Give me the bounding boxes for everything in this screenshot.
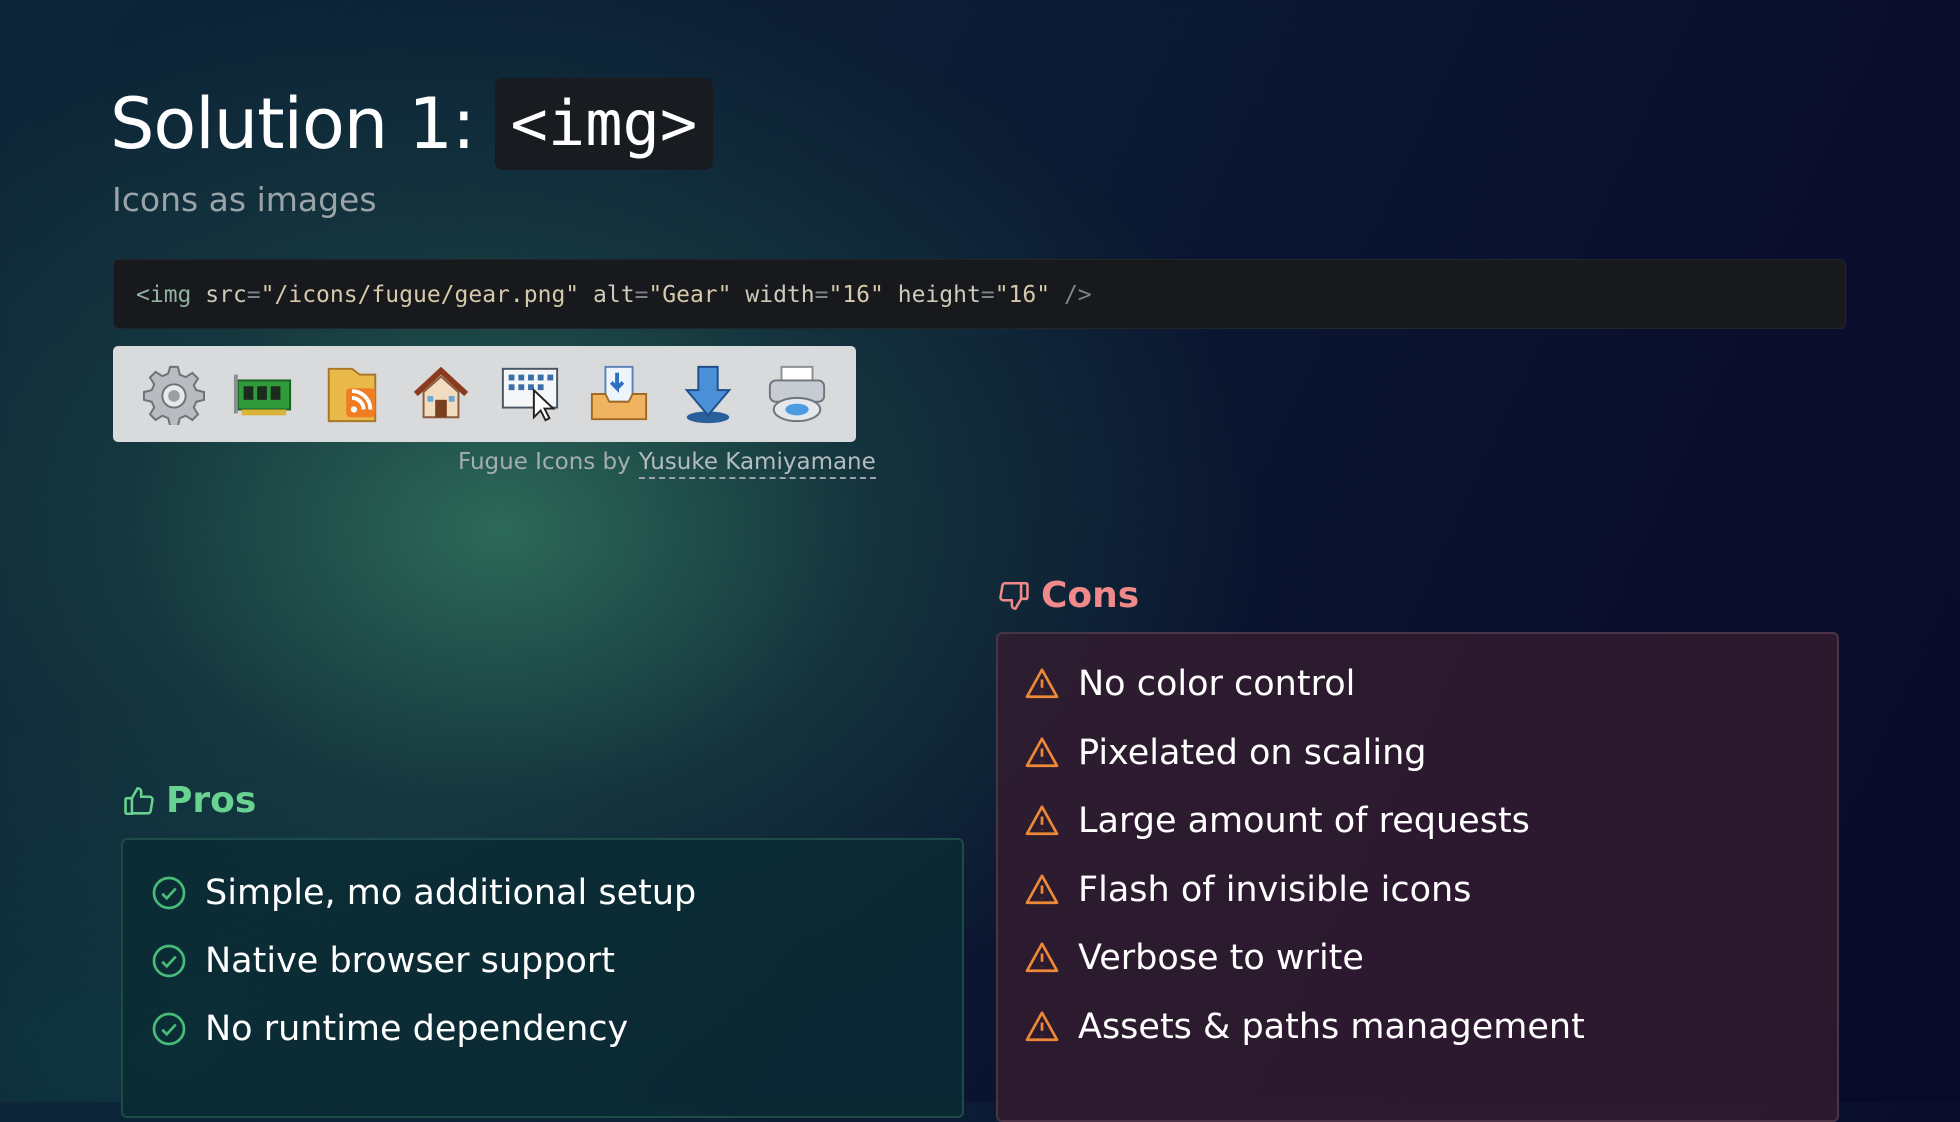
code-alt-attr: alt: [593, 282, 635, 308]
code-eq: =: [634, 282, 649, 308]
warning-icon: [1025, 668, 1059, 699]
code-height-attr: height: [897, 282, 981, 308]
code-block: <img src="/icons/fugue/gear.png" alt="Ge…: [113, 259, 1846, 329]
credit-prefix: Fugue Icons by: [458, 449, 631, 475]
list-item: Large amount of requests: [1024, 787, 1837, 856]
cons-list: No color control Pixelated on scaling La…: [998, 634, 1837, 1061]
code-width-attr: width: [745, 282, 815, 308]
inbox-document-icon: [590, 365, 648, 421]
rss-folder-icon: [327, 367, 377, 423]
pros-item-text: No runtime dependency: [205, 1009, 629, 1049]
pros-heading-label: Pros: [166, 780, 257, 821]
warning-icon: [1025, 874, 1059, 904]
icon-credit: Fugue Icons by Yusuke Kamiyamane: [458, 449, 876, 479]
cons-item-text: Verbose to write: [1078, 938, 1364, 979]
cons-heading-label: Cons: [1041, 575, 1140, 616]
subtitle: Icons as images: [112, 180, 377, 219]
screen-cursor-icon: [501, 367, 559, 422]
gear-icon: [143, 365, 205, 425]
warning-icon: [1025, 737, 1059, 767]
cons-item-text: Large amount of requests: [1078, 801, 1530, 842]
thumbs-up-icon: [124, 786, 154, 815]
list-item: Flash of invisible icons: [1024, 856, 1837, 925]
pros-item-text: Simple, mo additional setup: [205, 873, 697, 913]
code-close-tag: />: [1063, 282, 1092, 308]
check-circle-icon: [152, 1012, 186, 1046]
title-code: <img>: [494, 78, 714, 170]
pros-list: Simple, mo additional setup Native brows…: [123, 840, 962, 1063]
cons-heading: Cons: [997, 575, 1139, 616]
list-item: Assets & paths management: [1024, 993, 1837, 1062]
thumbs-down-icon: [999, 581, 1029, 610]
cons-item-text: Flash of invisible icons: [1078, 869, 1472, 910]
home-icon: [413, 366, 469, 419]
list-item: Native browser support: [151, 927, 962, 995]
pros-heading: Pros: [122, 780, 256, 821]
pros-item-text: Native browser support: [205, 941, 615, 981]
cons-item-text: Pixelated on scaling: [1078, 732, 1427, 773]
download-arrow-icon: [684, 365, 732, 424]
list-item: Verbose to write: [1024, 924, 1837, 993]
code-src-attr: src: [205, 282, 247, 308]
code-src-val: "/icons/fugue/gear.png": [260, 282, 580, 308]
code-open-tag: <img: [136, 282, 192, 308]
check-circle-icon: [152, 944, 186, 978]
list-item: Simple, mo additional setup: [151, 859, 962, 927]
icon-strip: [113, 346, 856, 442]
code-height-val: "16": [994, 282, 1051, 308]
code-eq: =: [980, 282, 995, 308]
check-circle-icon: [152, 876, 186, 910]
list-item: No runtime dependency: [151, 995, 962, 1063]
cons-item-text: No color control: [1078, 664, 1356, 705]
list-item: Pixelated on scaling: [1024, 719, 1837, 788]
slide-title: Solution 1: <img>: [110, 78, 714, 170]
list-item: No color control: [1024, 650, 1837, 719]
code-eq: =: [246, 282, 261, 308]
credit-author-link[interactable]: Yusuke Kamiyamane: [638, 449, 876, 479]
warning-icon: [1025, 942, 1059, 973]
memory-card-icon: [233, 374, 292, 416]
printer-icon: [768, 365, 826, 423]
cons-panel: No color control Pixelated on scaling La…: [996, 632, 1839, 1122]
title-text: Solution 1:: [110, 83, 476, 165]
warning-icon: [1025, 805, 1059, 836]
code-eq: =: [814, 282, 829, 308]
cons-item-text: Assets & paths management: [1078, 1006, 1585, 1047]
code-width-val: "16": [828, 282, 884, 308]
code-alt-val: "Gear": [648, 282, 732, 308]
warning-icon: [1025, 1011, 1059, 1041]
pros-panel: Simple, mo additional setup Native brows…: [121, 838, 964, 1118]
